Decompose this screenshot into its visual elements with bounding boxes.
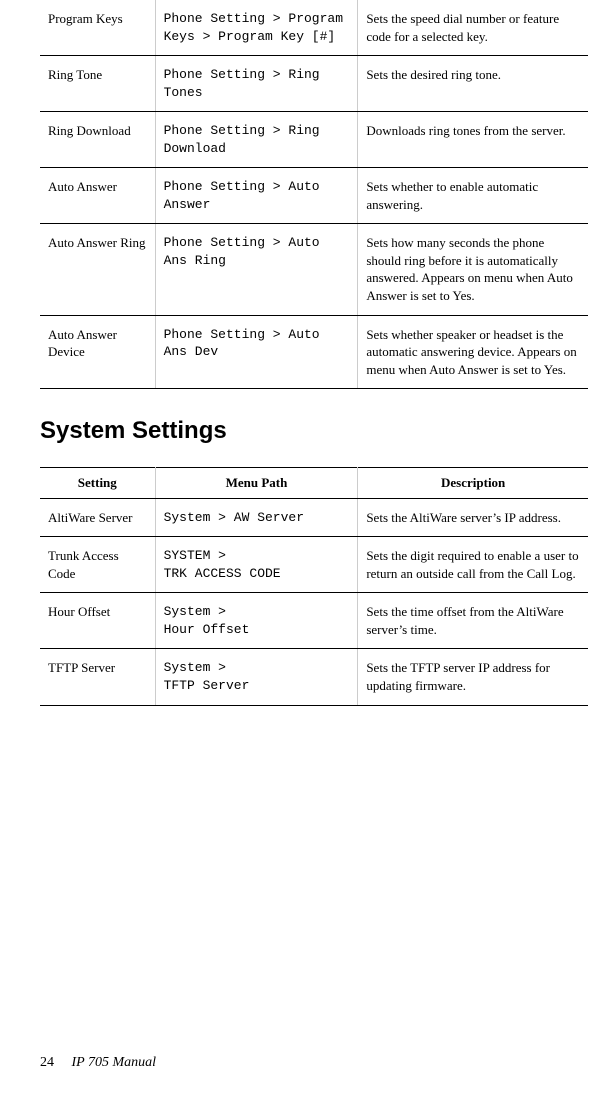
menu-path: Phone Setting > Auto Ans Dev [155,315,358,389]
table-row: AltiWare Server System > AW Server Sets … [40,498,588,537]
table-row: Ring Download Phone Setting > Ring Downl… [40,112,588,168]
setting-description: Sets the desired ring tone. [358,56,588,112]
phone-settings-table-continued: Program Keys Phone Setting > Program Key… [40,0,588,389]
table-row: Trunk Access Code SYSTEM > TRK ACCESS CO… [40,537,588,593]
header-setting: Setting [40,468,155,499]
setting-description: Sets the speed dial number or feature co… [358,0,588,56]
menu-path: Phone Setting > Auto Answer [155,168,358,224]
setting-name: Auto Answer [40,168,155,224]
menu-path: Phone Setting > Ring Download [155,112,358,168]
menu-path: Phone Setting > Auto Ans Ring [155,224,358,315]
table-row: Auto Answer Ring Phone Setting > Auto An… [40,224,588,315]
setting-name: TFTP Server [40,649,155,705]
table-row: Ring Tone Phone Setting > Ring Tones Set… [40,56,588,112]
setting-name: Auto Answer Device [40,315,155,389]
table-header-row: Setting Menu Path Description [40,468,588,499]
setting-description: Sets the TFTP server IP address for upda… [358,649,588,705]
setting-description: Sets the time offset from the AltiWare s… [358,593,588,649]
setting-name: Ring Tone [40,56,155,112]
table-row: Hour Offset System > Hour Offset Sets th… [40,593,588,649]
setting-name: Hour Offset [40,593,155,649]
setting-name: Ring Download [40,112,155,168]
setting-description: Sets how many seconds the phone should r… [358,224,588,315]
header-description: Description [358,468,588,499]
setting-name: AltiWare Server [40,498,155,537]
menu-path: SYSTEM > TRK ACCESS CODE [155,537,358,593]
header-menu-path: Menu Path [155,468,358,499]
menu-path: Phone Setting > Program Keys > Program K… [155,0,358,56]
table-row: Auto Answer Device Phone Setting > Auto … [40,315,588,389]
table-row: TFTP Server System > TFTP Server Sets th… [40,649,588,705]
system-settings-table: Setting Menu Path Description AltiWare S… [40,467,588,705]
table-row: Auto Answer Phone Setting > Auto Answer … [40,168,588,224]
table-row: Program Keys Phone Setting > Program Key… [40,0,588,56]
setting-description: Sets whether speaker or headset is the a… [358,315,588,389]
setting-description: Sets the AltiWare server’s IP address. [358,498,588,537]
menu-path: System > Hour Offset [155,593,358,649]
page-number: 24 [40,1055,54,1070]
menu-path: System > AW Server [155,498,358,537]
setting-description: Sets whether to enable automatic answeri… [358,168,588,224]
setting-name: Auto Answer Ring [40,224,155,315]
page-footer: 24 IP 705 Manual [40,1055,156,1071]
setting-name: Trunk Access Code [40,537,155,593]
menu-path: System > TFTP Server [155,649,358,705]
menu-path: Phone Setting > Ring Tones [155,56,358,112]
section-heading-system-settings: System Settings [40,417,588,445]
setting-description: Sets the digit required to enable a user… [358,537,588,593]
manual-title: IP 705 Manual [72,1055,157,1070]
setting-description: Downloads ring tones from the server. [358,112,588,168]
setting-name: Program Keys [40,0,155,56]
